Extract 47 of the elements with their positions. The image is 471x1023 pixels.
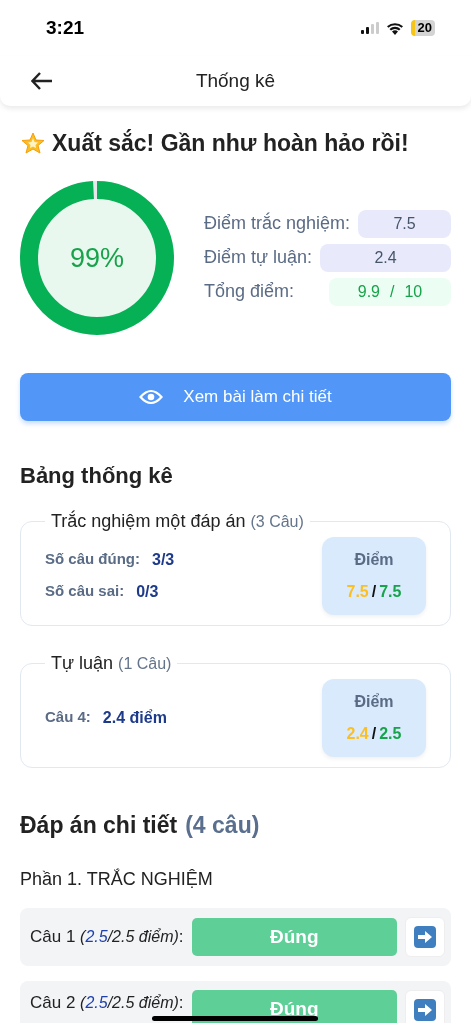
score-separator: /: [371, 723, 377, 744]
card-title: Tự luận: [51, 652, 114, 673]
question-label: Câu 1 (2.5/2.5 điểm):: [30, 926, 184, 949]
score-pill: 7.5: [358, 209, 451, 238]
question-label: Câu 2 (2.5/2.5 điểm):: [30, 992, 184, 1014]
stat-value: 3/3: [152, 549, 175, 570]
stat-value: 0/3: [136, 581, 159, 602]
score-separator: /: [371, 581, 377, 602]
eye-icon: [139, 388, 164, 405]
part-title: Phần 1. TRẮC NGHIỆM: [19, 867, 214, 891]
question-count: (3 Câu): [250, 512, 304, 530]
score-max: 2.5: [379, 723, 402, 744]
star-icon: [20, 130, 46, 157]
stat-label: Câu 4:: [45, 707, 91, 728]
arrow-right-icon: [413, 998, 437, 1022]
arrow-right-icon: [413, 925, 437, 949]
card-title: Trắc nghiệm một đáp án: [51, 510, 246, 531]
score-max: 7.5: [379, 581, 402, 602]
score-got: 2.4: [346, 723, 369, 744]
open-question-button[interactable]: [405, 990, 445, 1023]
stat-label: Điểm trắc nghiệm:: [204, 211, 351, 235]
section-title: Đáp án chi tiết: [20, 810, 178, 840]
percent-text: 99%: [70, 242, 124, 273]
stat-label: Số câu sai:: [45, 581, 125, 602]
stat-value: 2.4 điểm: [102, 707, 167, 728]
stat-label: Điểm tự luận:: [204, 246, 313, 269]
view-details-button[interactable]: Xem bài làm chi tiết: [20, 372, 451, 421]
question-count: (4 câu): [185, 810, 260, 840]
stat-label: Tổng điểm:: [204, 280, 295, 303]
stat-label: Số câu đúng:: [45, 549, 140, 570]
status-time: 3:21: [46, 15, 85, 40]
score-got: 7.5: [346, 581, 369, 602]
total-score: 9.9: [357, 281, 380, 302]
wifi-icon: [385, 21, 404, 35]
result-headline: Xuất sắc! Gần như hoàn hảo rồi!: [52, 128, 409, 158]
header-title: Thống kê: [195, 68, 276, 93]
score-label: Điểm: [354, 691, 394, 712]
signal-icon: [360, 22, 379, 34]
score-pill: 2.4: [320, 243, 451, 272]
score-separator: /: [390, 281, 395, 302]
battery-indicator: 20: [410, 20, 435, 36]
section-title: Bảng thống kê: [19, 461, 174, 490]
total-max: 10: [404, 281, 423, 302]
score-label: Điểm: [354, 549, 394, 570]
open-question-button[interactable]: [405, 917, 445, 957]
question-count: (1 Câu): [118, 654, 172, 672]
result-tag: Đúng: [191, 918, 397, 956]
